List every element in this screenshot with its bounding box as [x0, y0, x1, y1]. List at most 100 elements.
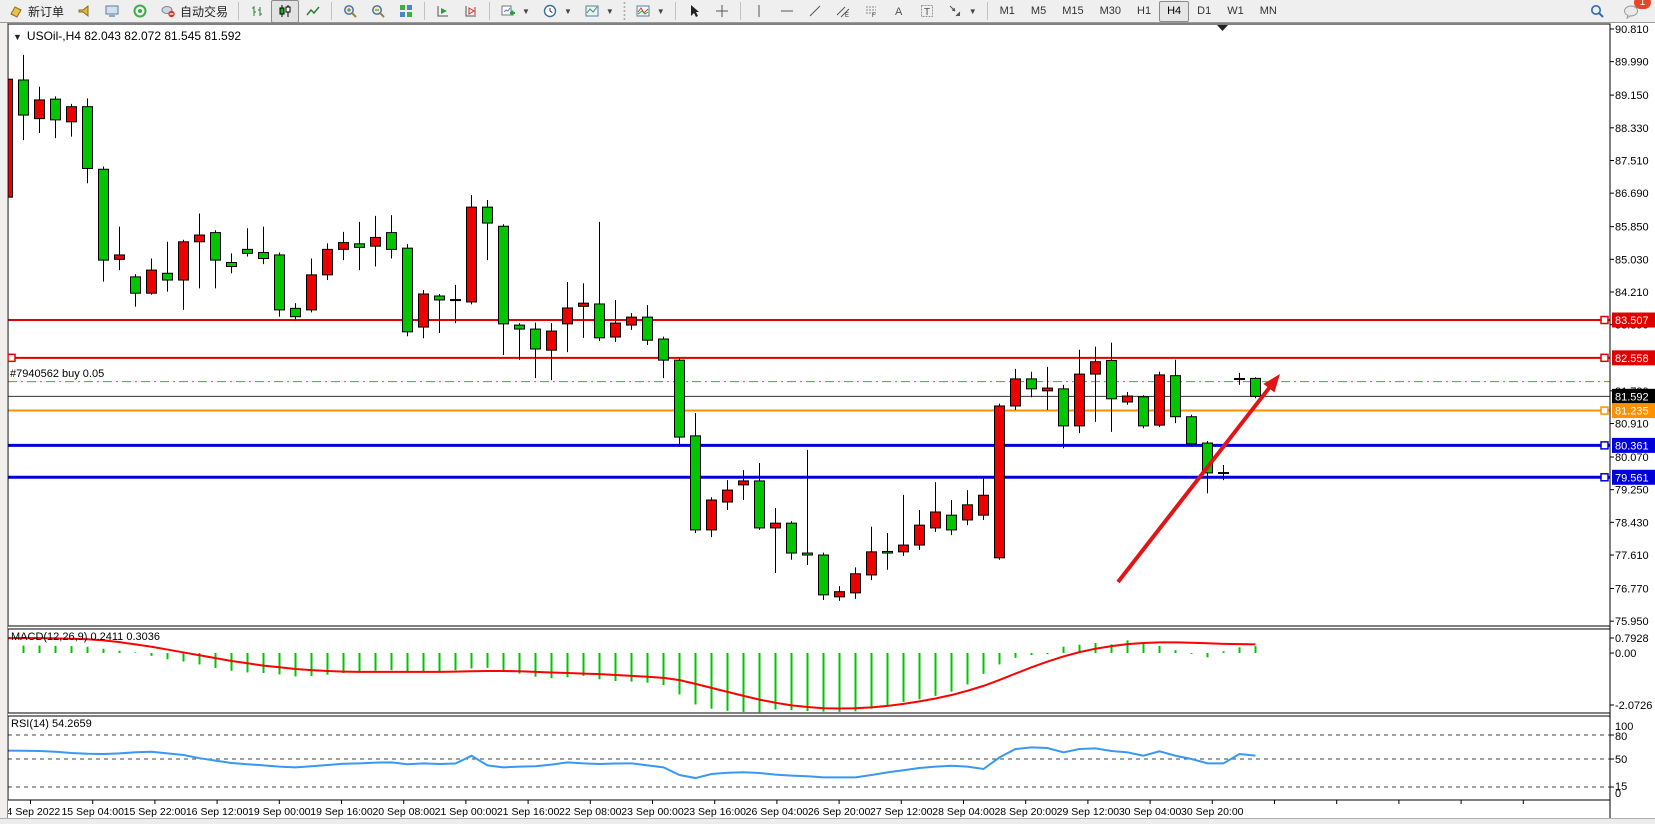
candle-body — [643, 317, 653, 340]
svg-text:T: T — [924, 7, 930, 18]
price-axis-label: 86.690 — [1615, 188, 1649, 200]
tab-timeframe-d1[interactable]: D1 — [1189, 1, 1219, 22]
price-axis-label: 84.210 — [1615, 287, 1649, 299]
candle-body — [243, 249, 253, 253]
rsi-axis-label: 80 — [1615, 731, 1627, 743]
separator — [489, 2, 490, 20]
zoom-in-button[interactable] — [336, 0, 364, 23]
time-axis-label: 19 Sep 00:00 — [248, 806, 311, 818]
price-badge-label: 80.361 — [1615, 440, 1649, 452]
price-axis-label: 80.910 — [1615, 419, 1649, 431]
candle-body — [163, 273, 173, 280]
bar-chart-mode-button[interactable] — [243, 0, 271, 23]
chart-shift-button[interactable] — [457, 0, 485, 23]
periods-button[interactable]: ▼ — [536, 0, 578, 23]
label-tool-button[interactable]: T — [913, 0, 941, 23]
horn-icon — [76, 3, 92, 19]
chart-canvas[interactable]: 90.81089.99089.15088.33087.51086.69085.8… — [0, 23, 1655, 824]
one-click-trading-toggle-icon[interactable]: ▼ — [13, 32, 22, 42]
fibonacci-tool-button[interactable]: F — [857, 0, 885, 23]
search-button[interactable] — [1583, 0, 1611, 23]
candle-body — [1171, 376, 1181, 417]
template-icon — [584, 3, 600, 19]
candle-body — [115, 255, 125, 259]
tab-timeframe-m30[interactable]: M30 — [1092, 1, 1129, 22]
tab-timeframe-mn[interactable]: MN — [1252, 1, 1285, 22]
tab-timeframe-m1[interactable]: M1 — [992, 1, 1023, 22]
line-handle[interactable] — [1601, 407, 1608, 414]
chevron-down-icon: ▼ — [657, 7, 665, 16]
auto-scroll-button[interactable] — [429, 0, 457, 23]
tab-timeframe-w1[interactable]: W1 — [1219, 1, 1252, 22]
candle-body — [579, 303, 589, 306]
vline-tool-button[interactable] — [745, 0, 773, 23]
price-axis-label: 88.330 — [1615, 123, 1649, 135]
candle-body — [963, 505, 973, 520]
indicators-button[interactable]: ▼ — [629, 0, 671, 23]
hline-tool-button[interactable] — [773, 0, 801, 23]
candle-body — [1091, 362, 1101, 374]
candle-body — [467, 207, 477, 302]
alerts-button[interactable] — [70, 0, 98, 23]
time-axis-label: 23 Sep 16:00 — [683, 806, 746, 818]
tab-timeframe-m5[interactable]: M5 — [1023, 1, 1054, 22]
price-badge-label: 81.592 — [1615, 391, 1649, 403]
channel-tool-button[interactable]: E — [829, 0, 857, 23]
price-badge-label: 79.561 — [1615, 472, 1649, 484]
candle-body — [691, 436, 701, 530]
tile-windows-button[interactable] — [392, 0, 420, 23]
candle-chart-mode-button[interactable] — [271, 0, 299, 23]
trendline-icon — [807, 3, 823, 19]
line-handle[interactable] — [1601, 474, 1608, 481]
tab-timeframe-h1[interactable]: H1 — [1129, 1, 1159, 22]
line-handle[interactable] — [1601, 317, 1608, 324]
line-handle[interactable] — [8, 354, 15, 361]
candle-body — [1235, 378, 1245, 379]
line-handle[interactable] — [1601, 354, 1608, 361]
line-chart-icon — [305, 3, 321, 19]
text-tool-button[interactable]: A — [885, 0, 913, 23]
shapes-tool-button[interactable]: ▼ — [941, 0, 983, 23]
time-axis-label: 21 Sep 16:00 — [497, 806, 560, 818]
candle-body — [851, 574, 861, 593]
clock-icon — [542, 3, 558, 19]
templates-button[interactable]: ▼ — [578, 0, 620, 23]
time-axis-label: 19 Sep 16:00 — [310, 806, 373, 818]
cursor-tool-button[interactable] — [680, 0, 708, 23]
time-axis-label: 28 Sep 20:00 — [994, 806, 1057, 818]
window-left-edge — [0, 23, 8, 818]
new-order-button[interactable]: 新订单 — [2, 0, 70, 23]
time-axis-label: 30 Sep 04:00 — [1119, 806, 1182, 818]
terminal-button[interactable] — [98, 0, 126, 23]
zoom-out-icon — [370, 3, 386, 19]
candle-body — [1059, 389, 1069, 426]
candle-body — [211, 233, 221, 260]
time-axis-label: 16 Sep 12:00 — [186, 806, 249, 818]
zoom-out-button[interactable] — [364, 0, 392, 23]
candle-body — [803, 553, 813, 555]
time-axis-label: 22 Sep 08:00 — [559, 806, 622, 818]
time-axis-label: 21 Sep 00:00 — [435, 806, 498, 818]
tab-timeframe-h4[interactable]: H4 — [1159, 1, 1189, 22]
trendline-tool-button[interactable] — [801, 0, 829, 23]
candle-body — [307, 275, 317, 310]
tab-timeframe-m15[interactable]: M15 — [1054, 1, 1091, 22]
candle-body — [835, 592, 845, 597]
tile-windows-icon — [398, 3, 414, 19]
time-axis-label: 29 Sep 12:00 — [1057, 806, 1120, 818]
candle-body — [483, 207, 493, 223]
crosshair-tool-button[interactable] — [708, 0, 736, 23]
new-chart-button[interactable]: ▼ — [494, 0, 536, 23]
toolbar-drag-handle[interactable] — [622, 2, 627, 20]
candlestick-icon — [277, 3, 293, 19]
line-chart-mode-button[interactable] — [299, 0, 327, 23]
chat-button[interactable]: 1 — [1617, 0, 1645, 23]
community-button[interactable] — [126, 0, 154, 23]
autotrading-button[interactable]: 自动交易 — [154, 0, 234, 23]
chevron-down-icon: ▼ — [969, 7, 977, 16]
line-handle[interactable] — [1601, 442, 1608, 449]
candle-body — [611, 323, 621, 337]
new-order-icon — [8, 3, 24, 19]
candle-body — [627, 317, 637, 325]
time-axis-label: 15 Sep 22:00 — [124, 806, 187, 818]
